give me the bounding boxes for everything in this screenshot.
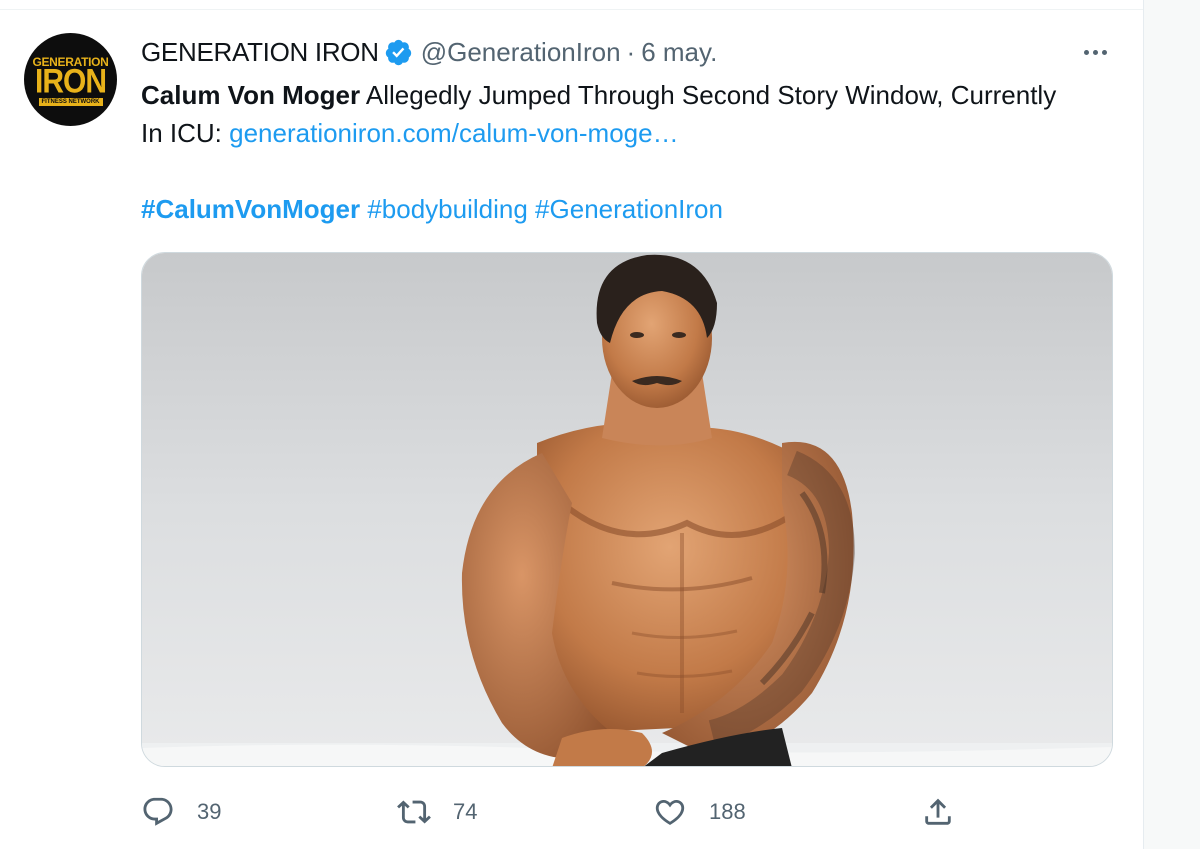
photo-illustration <box>142 253 1112 766</box>
separator-dot: · <box>626 36 636 67</box>
hashtags: #CalumVonMoger #bodybuilding #Generation… <box>141 190 723 228</box>
hashtag-link[interactable]: #GenerationIron <box>535 194 723 224</box>
retweet-icon <box>397 800 431 824</box>
tweet-text: Calum Von Moger Allegedly Jumped Through… <box>141 76 1081 152</box>
tweet-date[interactable]: 6 may. <box>641 37 717 68</box>
tweet-header: GENERATION IRON @GenerationIron · 6 may. <box>141 35 717 69</box>
display-name[interactable]: GENERATION IRON <box>141 37 379 68</box>
right-sidebar <box>1144 0 1200 849</box>
verified-badge-icon <box>385 39 411 65</box>
handle[interactable]: @GenerationIron <box>421 37 621 68</box>
like-icon <box>655 799 685 825</box>
hashtag-link[interactable]: #CalumVonMoger <box>141 194 360 224</box>
more-icon[interactable] <box>1080 42 1110 62</box>
tweet-text-bold: Calum Von Moger <box>141 80 361 110</box>
avatar[interactable]: GENERATION IRON FITNESS NETWORK <box>24 33 117 126</box>
like-count: 188 <box>709 799 746 824</box>
like-button[interactable]: 188 <box>653 790 746 834</box>
reply-icon <box>143 797 173 826</box>
reply-count: 39 <box>197 799 222 824</box>
share-button[interactable] <box>921 790 955 834</box>
top-divider <box>0 9 1143 10</box>
retweet-count: 74 <box>453 799 478 824</box>
retweet-button[interactable]: 74 <box>397 790 477 834</box>
avatar-logo-line2: IRON <box>35 62 107 100</box>
reply-button[interactable]: 39 <box>141 790 221 834</box>
tweet-actions: 39 74 188 <box>141 790 1113 834</box>
hashtag-link[interactable]: #bodybuilding <box>367 194 527 224</box>
tweet-link[interactable]: generationiron.com/calum-von-moge… <box>229 118 678 148</box>
tweet-photo[interactable] <box>141 252 1113 767</box>
share-icon <box>925 798 951 825</box>
